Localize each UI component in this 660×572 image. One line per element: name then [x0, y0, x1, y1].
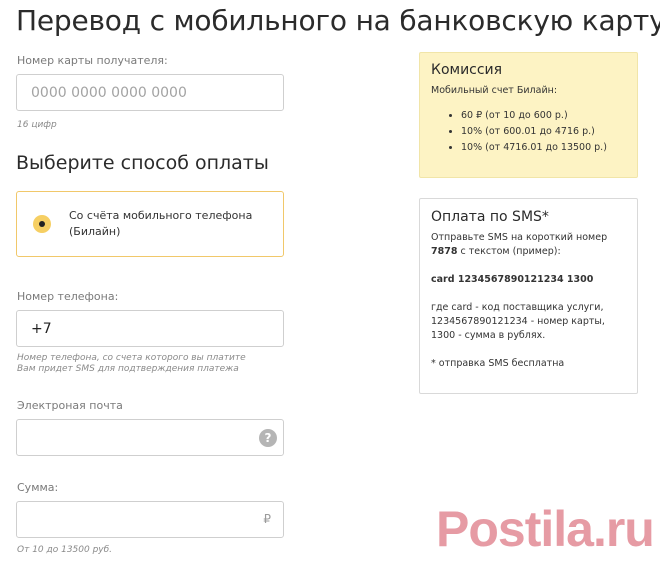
amount-hint: От 10 до 13500 руб.	[17, 545, 113, 555]
commission-item: 10% (от 600.01 до 4716 р.)	[461, 124, 626, 140]
payment-option-label: Со счёта мобильного телефона (Билайн)	[69, 209, 253, 238]
phone-input[interactable]	[17, 311, 283, 346]
commission-title: Комиссия	[431, 62, 503, 78]
help-icon[interactable]: ?	[259, 429, 277, 447]
radio-selected-icon[interactable]	[33, 215, 51, 233]
email-label: Электроная почта	[17, 399, 123, 412]
commission-item: 60 ₽ (от 10 до 600 р.)	[461, 108, 626, 124]
sms-intro-suffix: с текстом (пример):	[460, 246, 561, 257]
payment-option-mobile-account[interactable]: Со счёта мобильного телефона (Билайн)	[16, 191, 284, 257]
sms-example: card 1234567890121234 1300	[431, 274, 594, 285]
email-field-wrapper: ?	[16, 419, 284, 456]
watermark-logo: Postila.ru	[436, 501, 655, 557]
amount-label: Сумма:	[17, 481, 59, 494]
payment-method-title: Выберите способ оплаты	[16, 152, 269, 174]
phone-field-wrapper	[16, 310, 284, 347]
sms-explain-line3: 1300 - сумма в рублях.	[431, 330, 546, 341]
card-number-input[interactable]	[17, 75, 283, 110]
sms-intro-prefix: Отправьте SMS на короткий номер	[431, 232, 608, 243]
sms-payment-box: Оплата по SMS* Отправьте SMS на короткий…	[419, 198, 638, 394]
sms-intro: Отправьте SMS на короткий номер 7878 с т…	[431, 231, 626, 259]
amount-input[interactable]	[17, 502, 283, 537]
amount-field-wrapper: ₽	[16, 501, 284, 538]
sms-short-number: 7878	[431, 246, 458, 257]
sms-explain-line1: где card - код поставщика услуги,	[431, 302, 604, 313]
commission-subtitle: Мобильный счет Билайн:	[431, 85, 558, 96]
sms-explain-line2: 1234567890121234 - номер карты,	[431, 316, 605, 327]
ruble-icon: ₽	[263, 512, 271, 526]
page-title: Перевод с мобильного на банковскую карту	[16, 4, 660, 37]
card-number-field-wrapper	[16, 74, 284, 111]
email-input[interactable]	[17, 420, 283, 455]
commission-item: 10% (от 4716.01 до 13500 р.)	[461, 140, 626, 156]
sms-payment-title: Оплата по SMS*	[431, 209, 549, 225]
card-number-label: Номер карты получателя:	[17, 54, 168, 67]
phone-hint-line2: Вам придет SMS для подтверждения платежа	[17, 364, 239, 374]
card-number-hint: 16 цифр	[17, 120, 57, 130]
sms-footnote: * отправка SMS бесплатна	[431, 358, 565, 369]
commission-list: 60 ₽ (от 10 до 600 р.) 10% (от 600.01 до…	[461, 108, 626, 156]
phone-label: Номер телефона:	[17, 290, 119, 303]
phone-hint-line1: Номер телефона, со счета которого вы пла…	[17, 353, 246, 363]
commission-box: Комиссия Мобильный счет Билайн: 60 ₽ (от…	[419, 52, 638, 178]
